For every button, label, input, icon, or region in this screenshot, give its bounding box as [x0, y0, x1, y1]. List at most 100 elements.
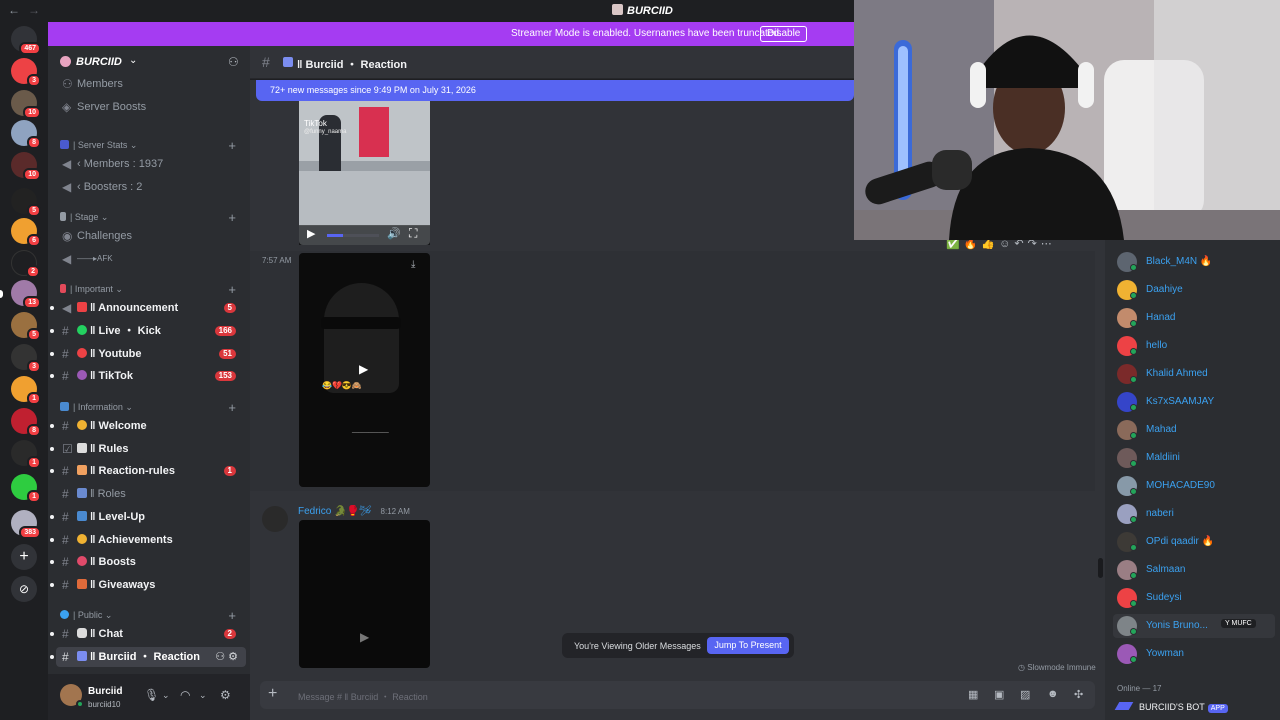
channel-members-count[interactable]: ◀ ‹ Members : 1937	[56, 154, 246, 174]
headphones-icon[interactable]: ◠	[180, 688, 190, 702]
channel-youtube[interactable]: # ‖ Youtube 51	[50, 344, 246, 364]
channel-achievements[interactable]: # ‖ Achievements	[50, 530, 246, 550]
avatar[interactable]	[262, 506, 288, 532]
member-item[interactable]: Yonis Bruno... Y MUFC	[1113, 614, 1275, 638]
channel-level-up[interactable]: # ‖ Level-Up	[50, 507, 246, 527]
channel-burciid-reaction[interactable]: # ‖ Burciid ・ Reaction ⚇ ⚙	[50, 647, 246, 667]
server-icon[interactable]: 1	[11, 440, 41, 469]
member-item[interactable]: Khalid Ahmed	[1117, 362, 1277, 386]
member-item[interactable]: MOHACADE90	[1117, 474, 1277, 498]
message-input[interactable]: Message # ‖ Burciid ・ Reaction	[298, 690, 428, 703]
chevron-down-icon[interactable]: ⌄	[162, 690, 170, 701]
server-icon[interactable]: 10	[11, 90, 41, 119]
chevron-down-icon[interactable]: ⌄	[199, 690, 207, 701]
microphone-icon[interactable]: 🎙	[144, 688, 159, 702]
member-item[interactable]: Ks7xSAAMJAY	[1117, 390, 1277, 414]
add-channel-icon[interactable]: +	[228, 282, 236, 297]
message-author[interactable]: Fedrico 🐊🥊🛩 8:12 AM	[298, 506, 410, 517]
server-icon[interactable]: 6	[11, 218, 41, 247]
server-icon[interactable]: 3	[11, 344, 41, 373]
jump-to-present-button[interactable]: Jump To Present	[707, 637, 789, 654]
video-progress-bar[interactable]	[327, 234, 379, 237]
server-icon[interactable]: 2	[11, 250, 40, 278]
new-messages-bar[interactable]: 72+ new messages since 9:49 PM on July 3…	[256, 80, 854, 101]
sticker-icon[interactable]: ▨	[1020, 688, 1030, 701]
play-icon[interactable]: ▶	[359, 362, 368, 376]
category-stage[interactable]: | Stage ⌄ +	[60, 210, 246, 226]
sidebar-item-server-boosts[interactable]: ◈ Server Boosts	[56, 97, 246, 117]
channel-giveaways[interactable]: # ‖ Giveaways	[50, 575, 246, 595]
member-item[interactable]: OPdi qaadir 🔥	[1117, 530, 1277, 554]
member-item[interactable]: Hanad	[1117, 306, 1277, 330]
gif-icon[interactable]: ▣	[994, 688, 1004, 701]
channel-chat[interactable]: # ‖ Chat 2	[50, 624, 246, 644]
server-icon[interactable]: 1	[11, 376, 41, 405]
channel-welcome[interactable]: # ‖ Welcome	[50, 416, 246, 436]
forward-arrow-icon[interactable]: →	[28, 3, 40, 17]
member-item-bot[interactable]: BURCIID'S BOT APP	[1114, 702, 1228, 713]
video-thumbnail	[359, 107, 389, 157]
add-attachment-icon[interactable]: +	[268, 685, 277, 703]
scrollbar[interactable]	[1098, 558, 1103, 578]
server-icon[interactable]: 1	[11, 474, 41, 503]
member-item[interactable]: Daahiye	[1117, 278, 1277, 302]
back-arrow-icon[interactable]: ←	[8, 3, 20, 17]
channel-live-kick[interactable]: # ‖ Live ・ Kick 166	[50, 321, 246, 341]
add-channel-icon[interactable]: +	[228, 608, 236, 623]
channel-roles[interactable]: # ‖ Roles	[56, 484, 246, 504]
category-information[interactable]: | Information ⌄ +	[60, 400, 246, 416]
channel-announcement[interactable]: ◀ ‖ Announcement 5	[50, 298, 246, 318]
video-attachment[interactable]: ▶	[299, 520, 430, 668]
category-important[interactable]: | Important ⌄ +	[60, 282, 246, 298]
member-item[interactable]: Mahad	[1117, 418, 1277, 442]
channel-rules[interactable]: ☑ ‖ Rules	[50, 439, 246, 459]
category-public[interactable]: | Public ⌄ +	[60, 608, 246, 624]
add-channel-icon[interactable]: +	[228, 138, 236, 153]
server-icon[interactable]: 13	[11, 280, 41, 309]
server-icon[interactable]: 5	[11, 188, 41, 217]
server-icon[interactable]: 5	[11, 312, 41, 341]
dm-home-icon[interactable]: 467	[11, 26, 41, 55]
channel-tiktok[interactable]: # ‖ TikTok 153	[50, 366, 246, 386]
server-icon[interactable]: 3	[11, 58, 41, 87]
older-messages-label: You're Viewing Older Messages	[574, 641, 701, 651]
gear-icon[interactable]: ⚙	[220, 688, 231, 702]
channel-afk[interactable]: ◀ ——▸AFK	[56, 249, 246, 269]
member-item[interactable]: naberi	[1117, 502, 1277, 526]
server-icon[interactable]: 8	[11, 408, 41, 437]
server-icon[interactable]: 8	[11, 120, 41, 149]
disable-button[interactable]: Disable	[760, 26, 808, 42]
channel-settings-icon[interactable]: ⚇ ⚙	[215, 647, 238, 667]
sidebar-item-members[interactable]: ⚇ Members	[56, 74, 246, 94]
member-item[interactable]: Black_M4N 🔥	[1117, 250, 1277, 274]
channel-boosters-count[interactable]: ◀ ‹ Boosters : 2	[56, 177, 246, 197]
channel-challenges[interactable]: ◉ Challenges	[56, 226, 246, 246]
server-icon[interactable]: 10	[11, 152, 41, 181]
add-channel-icon[interactable]: +	[228, 400, 236, 415]
member-item[interactable]: hello	[1117, 334, 1277, 358]
volume-icon[interactable]: 🔊	[387, 227, 401, 240]
apps-icon[interactable]: ✣	[1074, 688, 1083, 701]
gift-icon[interactable]: ▦	[968, 688, 978, 701]
video-attachment[interactable]: ⤓ ▶ 😂💔😎🙈 ___________	[299, 253, 430, 487]
play-icon[interactable]: ▶	[360, 630, 369, 644]
message-composer[interactable]: + Message # ‖ Burciid ・ Reaction ▦ ▣ ▨ ☻…	[260, 681, 1095, 709]
channel-boosts[interactable]: # ‖ Boosts	[50, 552, 246, 572]
download-icon[interactable]: ⤓	[411, 259, 415, 270]
add-channel-icon[interactable]: +	[228, 210, 236, 225]
add-server-icon[interactable]: +	[11, 544, 37, 570]
play-icon[interactable]: ▶	[307, 227, 315, 240]
fullscreen-icon[interactable]: ⛶	[409, 226, 417, 241]
category-server-stats[interactable]: | Server Stats ⌄ +	[60, 138, 246, 154]
add-user-icon[interactable]: ⚇	[228, 55, 239, 69]
emoji-icon[interactable]: ☻	[1047, 688, 1059, 700]
member-item[interactable]: Yowman	[1117, 642, 1277, 666]
channel-reaction-rules[interactable]: # ‖ Reaction-rules 1	[50, 461, 246, 481]
member-item[interactable]: Salmaan	[1117, 558, 1277, 582]
member-item[interactable]: Maldiini	[1117, 446, 1277, 470]
unread-indicator	[50, 424, 54, 428]
server-icon[interactable]: 383	[11, 510, 41, 539]
discover-icon[interactable]: ⊘	[11, 576, 37, 602]
member-item[interactable]: Sudeysi	[1117, 586, 1277, 610]
video-attachment[interactable]: TikTok @funny_naama	[299, 101, 430, 245]
